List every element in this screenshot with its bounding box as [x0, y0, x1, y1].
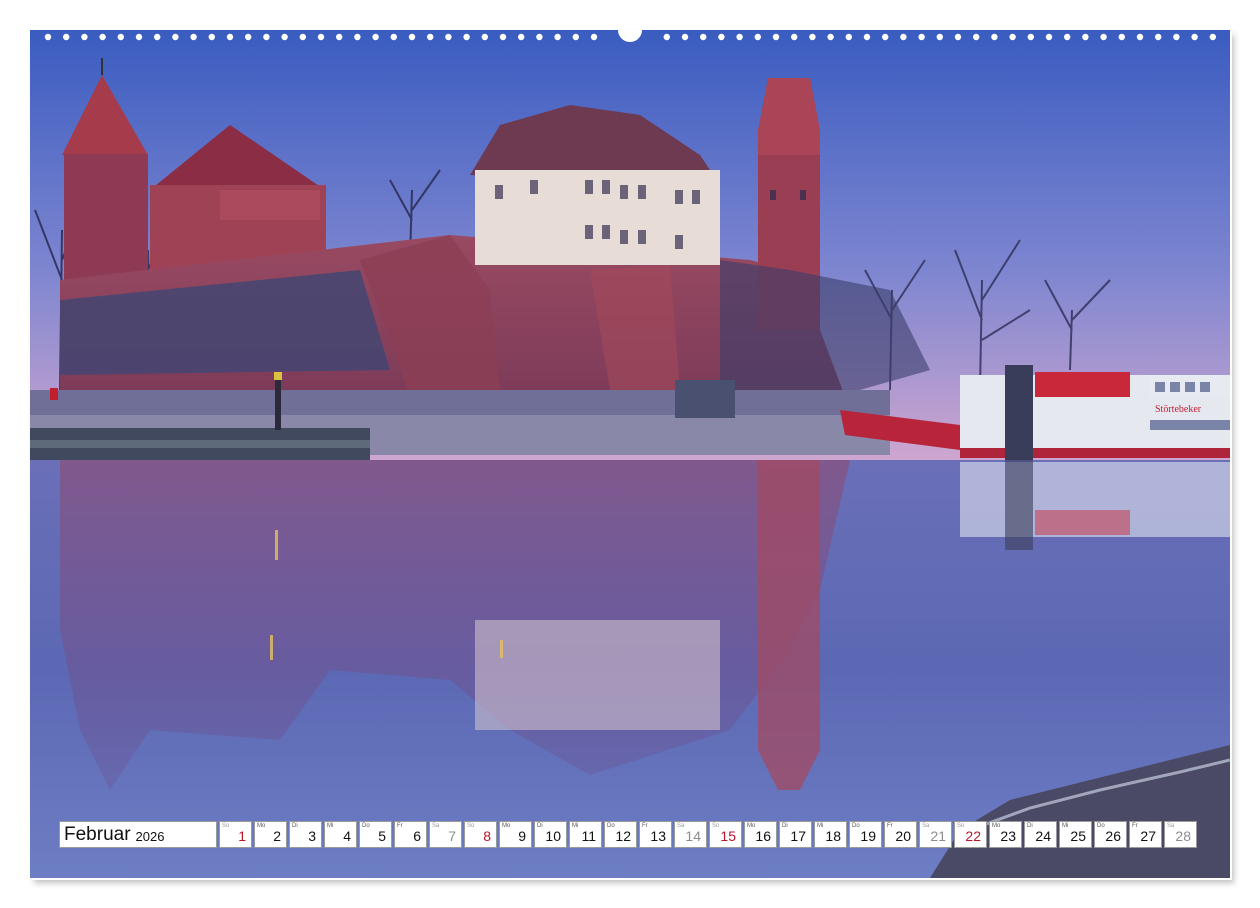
day-number: 12 — [615, 828, 631, 844]
weekday-abbrev: Do — [607, 823, 615, 829]
day-cell: Do 26 — [1094, 821, 1127, 848]
day-cell: Mo 9 — [499, 821, 532, 848]
day-number: 20 — [895, 828, 911, 844]
day-cell: Mo 2 — [254, 821, 287, 848]
day-number: 21 — [930, 828, 946, 844]
weekday-abbrev: Mi — [1062, 823, 1069, 829]
day-number: 9 — [518, 828, 526, 844]
day-number: 25 — [1070, 828, 1086, 844]
day-number: 18 — [825, 828, 841, 844]
day-cell: Mi 18 — [814, 821, 847, 848]
day-number: 22 — [965, 828, 981, 844]
day-cell: Di 3 — [289, 821, 322, 848]
day-number: 15 — [720, 828, 736, 844]
weekday-abbrev: So — [957, 823, 965, 829]
weekday-abbrev: So — [222, 823, 230, 829]
year-label: 2026 — [135, 828, 165, 844]
day-cell: Fr 13 — [639, 821, 672, 848]
weekday-abbrev: Mi — [817, 823, 824, 829]
day-number: 27 — [1140, 828, 1156, 844]
weekday-abbrev: Sa — [922, 823, 930, 829]
weekday-abbrev: Di — [1027, 823, 1033, 829]
weekday-abbrev: Do — [362, 823, 370, 829]
day-cell: Di 10 — [534, 821, 567, 848]
day-cell: Di 24 — [1024, 821, 1057, 848]
weekday-abbrev: Mi — [327, 823, 334, 829]
month-name: Februar — [64, 823, 131, 845]
day-cell: Do 5 — [359, 821, 392, 848]
day-cell: Mi 4 — [324, 821, 357, 848]
weekday-abbrev: Mo — [992, 823, 1001, 829]
day-cell: Mo 16 — [744, 821, 777, 848]
day-number: 7 — [448, 828, 456, 844]
day-cell: Fr 6 — [394, 821, 427, 848]
day-number: 19 — [860, 828, 876, 844]
day-cell: So 1 — [219, 821, 252, 848]
day-cell: Do 12 — [604, 821, 637, 848]
day-number: 14 — [685, 828, 701, 844]
weekday-abbrev: Sa — [1167, 823, 1175, 829]
day-cell: Do 19 — [849, 821, 882, 848]
day-number: 16 — [755, 828, 771, 844]
day-cell: Fr 27 — [1129, 821, 1162, 848]
day-cells: So 1 Mo 2 Di 3 Mi 4 Do 5 Fr 6 Sa 7 So 8 Mo 9 Di 10 Mi 11 Do 12 F… — [217, 821, 1197, 850]
weekday-abbrev: Sa — [432, 823, 440, 829]
day-cell: Mo 23 — [989, 821, 1022, 848]
day-cell: So 8 — [464, 821, 497, 848]
day-number: 8 — [483, 828, 491, 844]
weekday-abbrev: Mo — [257, 823, 266, 829]
weekday-abbrev: So — [712, 823, 720, 829]
day-number: 6 — [413, 828, 421, 844]
weekday-abbrev: Mo — [747, 823, 756, 829]
weekday-abbrev: Fr — [887, 823, 893, 829]
castle-river-photo: Störtebeker — [30, 30, 1230, 878]
day-number: 4 — [343, 828, 351, 844]
day-number: 26 — [1105, 828, 1121, 844]
day-cell: Sa 28 — [1164, 821, 1197, 848]
day-number: 17 — [790, 828, 806, 844]
weekday-abbrev: Sa — [677, 823, 685, 829]
weekday-abbrev: Mi — [572, 823, 579, 829]
day-number: 11 — [581, 828, 596, 844]
weekday-abbrev: Di — [782, 823, 788, 829]
day-number: 23 — [1000, 828, 1016, 844]
day-number: 2 — [273, 828, 281, 844]
day-cell: Sa 14 — [674, 821, 707, 848]
weekday-abbrev: Di — [537, 823, 543, 829]
weekday-abbrev: Do — [852, 823, 860, 829]
weekday-abbrev: Fr — [397, 823, 403, 829]
weekday-abbrev: Fr — [1132, 823, 1138, 829]
day-number: 5 — [378, 828, 386, 844]
day-cell: Sa 21 — [919, 821, 952, 848]
day-number: 1 — [238, 828, 246, 844]
day-cell: Sa 7 — [429, 821, 462, 848]
weekday-abbrev: Do — [1097, 823, 1105, 829]
ship-name-label: Störtebeker — [1155, 404, 1202, 415]
day-number: 3 — [308, 828, 316, 844]
day-cell: Mi 11 — [569, 821, 602, 848]
weekday-abbrev: Di — [292, 823, 298, 829]
day-number: 24 — [1035, 828, 1051, 844]
weekday-abbrev: So — [467, 823, 475, 829]
day-number: 10 — [545, 828, 561, 844]
day-number: 13 — [650, 828, 666, 844]
day-number: 28 — [1175, 828, 1191, 844]
day-cell: So 15 — [709, 821, 742, 848]
weekday-abbrev: Fr — [642, 823, 648, 829]
day-cell: Mi 25 — [1059, 821, 1092, 848]
month-label-box: Februar 2026 — [59, 821, 217, 848]
day-cell: Fr 20 — [884, 821, 917, 848]
day-cell: Di 17 — [779, 821, 812, 848]
weekday-abbrev: Mo — [502, 823, 511, 829]
day-cell: So 22 — [954, 821, 987, 848]
calendar-strip: Februar 2026 So 1 Mo 2 Di 3 Mi 4 Do 5 Fr 6 Sa 7 So 8 Mo 9… — [59, 821, 1197, 850]
